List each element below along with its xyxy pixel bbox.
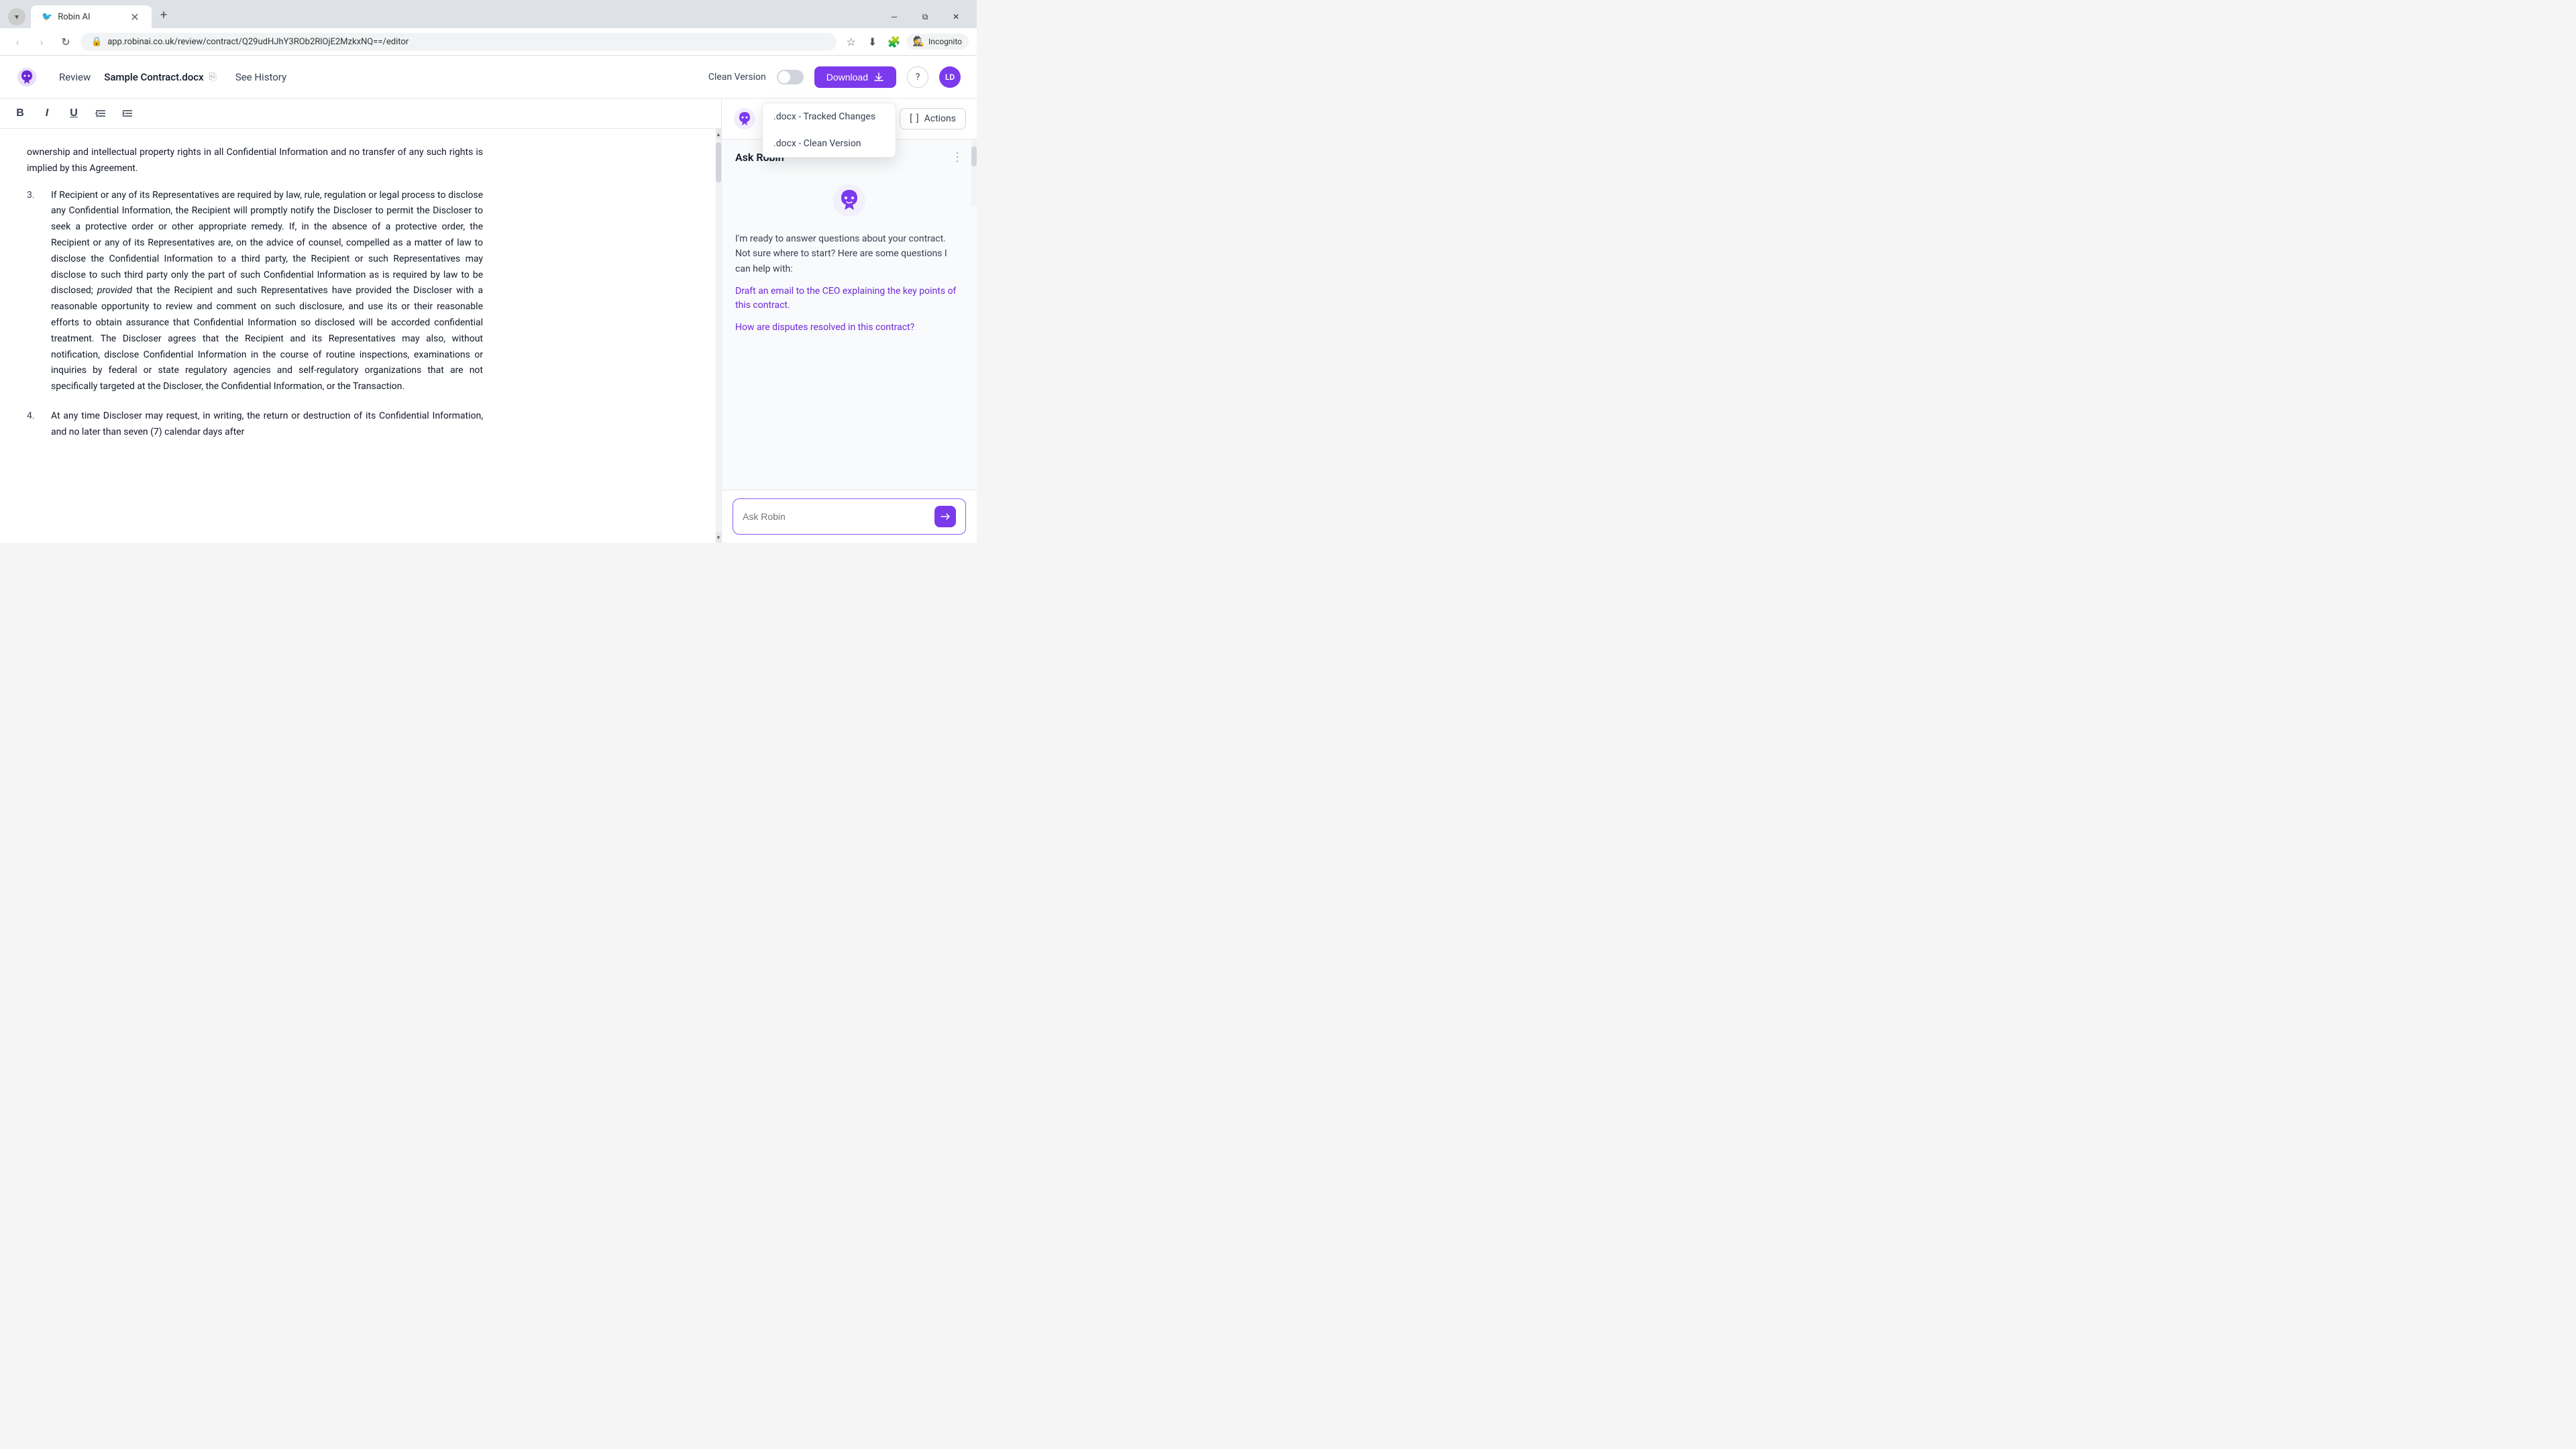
- file-copy-icon[interactable]: ⎘: [209, 72, 217, 83]
- bold-btn[interactable]: B: [11, 104, 30, 123]
- section-3-italic: provided: [97, 285, 132, 296]
- robin-intro-text: I'm ready to answer questions about your…: [735, 231, 963, 276]
- scroll-up-btn[interactable]: ▲: [716, 129, 721, 140]
- more-options-btn[interactable]: ⋮: [951, 150, 963, 164]
- download-btn-container: Download .docx - Tracked Changes .docx -…: [814, 66, 896, 88]
- doc-content[interactable]: ownership and intellectual property righ…: [0, 129, 721, 543]
- sidebar: [ ] Actions Ask Robin ⋮: [722, 99, 977, 543]
- actions-bracket-right: ]: [916, 113, 919, 124]
- italic-btn[interactable]: I: [38, 104, 56, 123]
- bookmark-btn[interactable]: ☆: [842, 32, 861, 51]
- file-name-text: Sample Contract.docx: [104, 71, 203, 83]
- ask-robin-input-area: [722, 490, 977, 543]
- actions-bracket-left: [: [910, 113, 912, 124]
- app-container: Review Sample Contract.docx ⎘ See Histor…: [0, 56, 977, 543]
- restore-btn[interactable]: ⧉: [910, 6, 941, 28]
- sidebar-scroll-thumb[interactable]: [971, 146, 977, 166]
- indent-decrease-icon: [95, 107, 107, 119]
- download-btn[interactable]: Download: [814, 66, 896, 88]
- section-3-item: 3. If Recipient or any of its Representa…: [27, 188, 483, 395]
- clean-version-toggle[interactable]: [777, 70, 804, 85]
- forward-btn[interactable]: ›: [32, 32, 51, 51]
- clean-version-label: Clean Version: [708, 72, 766, 83]
- minimize-btn[interactable]: ─: [879, 6, 910, 28]
- header-right: Clean Version Download .docx - Tracked C…: [708, 66, 961, 88]
- send-icon: [940, 511, 951, 522]
- browser-chrome: ▾ 🐦 Robin AI ✕ + ─ ⧉ ✕ ‹ › ↻ 🔒 app.robin…: [0, 0, 977, 56]
- download-dropdown: .docx - Tracked Changes .docx - Clean Ve…: [762, 103, 896, 158]
- ask-robin-icon-area: [735, 172, 963, 223]
- sidebar-scroll: Ask Robin ⋮ I'm ready to answer: [722, 140, 977, 490]
- tab-close-btn[interactable]: ✕: [129, 11, 141, 23]
- main-content: B I U: [0, 99, 977, 543]
- extensions-btn[interactable]: 🧩: [885, 32, 904, 51]
- secure-icon: 🔒: [91, 37, 102, 47]
- robin-logo-icon: [16, 66, 38, 88]
- suggested-q2[interactable]: How are disputes resolved in this contra…: [735, 321, 963, 335]
- ask-robin-icon: [832, 183, 867, 218]
- active-tab[interactable]: 🐦 Robin AI ✕: [31, 5, 152, 28]
- actions-btn[interactable]: [ ] Actions: [900, 108, 966, 129]
- download-label: Download: [826, 72, 868, 83]
- download-icon: [873, 72, 884, 83]
- section-3-main: If Recipient or any of its Representativ…: [51, 190, 483, 297]
- section-4-item: 4. At any time Discloser may request, in…: [27, 409, 483, 441]
- send-btn[interactable]: [934, 506, 956, 527]
- incognito-badge: 🕵 Incognito: [906, 34, 969, 50]
- address-bar[interactable]: 🔒 app.robinai.co.uk/review/contract/Q29u…: [80, 33, 837, 51]
- ask-robin-input-wrapper: [733, 498, 966, 535]
- logo-area: [16, 66, 38, 88]
- app-header: Review Sample Contract.docx ⎘ See Histor…: [0, 56, 977, 99]
- section-4-text: At any time Discloser may request, in wr…: [51, 409, 483, 441]
- suggested-q1[interactable]: Draft an email to the CEO explaining the…: [735, 284, 963, 313]
- tab-group-btn[interactable]: ▾: [8, 8, 25, 25]
- address-text: app.robinai.co.uk/review/contract/Q29udH…: [107, 37, 825, 47]
- ask-robin-input[interactable]: [743, 511, 929, 522]
- section-3-text: If Recipient or any of its Representativ…: [51, 188, 483, 395]
- scroll-track[interactable]: [716, 129, 721, 543]
- section-3-cont: that the Recipient and such Representati…: [51, 285, 483, 392]
- section-4-main: At any time Discloser may request, in wr…: [51, 411, 483, 437]
- nav-review-btn[interactable]: Review: [54, 68, 96, 86]
- back-btn[interactable]: ‹: [8, 32, 27, 51]
- doc-text: ownership and intellectual property righ…: [27, 145, 483, 441]
- indent-increase-btn[interactable]: [118, 104, 137, 123]
- tab-title: Robin AI: [58, 12, 90, 22]
- download-option-clean[interactable]: .docx - Clean Version: [763, 130, 896, 157]
- scroll-thumb[interactable]: [716, 142, 721, 182]
- help-btn[interactable]: ?: [907, 66, 928, 88]
- indent-decrease-btn[interactable]: [91, 104, 110, 123]
- new-tab-btn[interactable]: +: [154, 5, 173, 24]
- section-4-number: 4.: [27, 409, 40, 441]
- browser-toolbar: ‹ › ↻ 🔒 app.robinai.co.uk/review/contrac…: [0, 28, 977, 55]
- toolbar-icons: ☆ ⬇ 🧩 🕵 Incognito: [842, 32, 969, 51]
- doc-intro-paragraph: ownership and intellectual property righ…: [27, 145, 483, 177]
- user-avatar[interactable]: LD: [939, 66, 961, 88]
- close-btn[interactable]: ✕: [941, 6, 971, 28]
- sidebar-robin-icon: [733, 107, 757, 131]
- editor-toolbar: B I U: [0, 99, 721, 129]
- indent-increase-icon: [121, 107, 133, 119]
- tab-icon: 🐦: [42, 12, 52, 22]
- see-history-btn[interactable]: See History: [230, 68, 292, 86]
- ask-robin-section: Ask Robin ⋮ I'm ready to answer: [722, 140, 977, 490]
- sidebar-scroll-track[interactable]: [971, 140, 977, 207]
- download-option-tracked[interactable]: .docx - Tracked Changes: [763, 103, 896, 130]
- scroll-down-btn[interactable]: ▼: [716, 532, 721, 543]
- reload-btn[interactable]: ↻: [56, 32, 75, 51]
- actions-label: Actions: [924, 113, 956, 124]
- document-area: B I U: [0, 99, 722, 543]
- underline-btn[interactable]: U: [64, 104, 83, 123]
- download-manager-btn[interactable]: ⬇: [863, 32, 882, 51]
- section-3-number: 3.: [27, 188, 40, 395]
- file-name-area: Sample Contract.docx ⎘: [104, 71, 217, 83]
